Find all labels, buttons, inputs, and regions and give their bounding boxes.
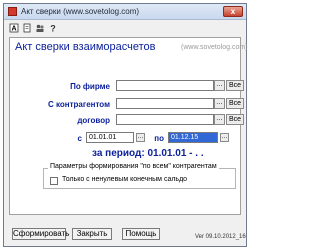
report-icon[interactable]: A — [9, 23, 19, 33]
params-group: Параметры формирования "по всем" контраг… — [43, 163, 236, 189]
firm-field[interactable] — [116, 80, 214, 91]
toolbar: A ? — [4, 21, 246, 35]
generate-button[interactable]: Сформировать — [12, 228, 69, 240]
window-title: Акт сверки (www.sovetolog.com) — [21, 7, 140, 16]
counterparty-select-button[interactable]: ... — [214, 98, 225, 109]
date-from-calendar-icon[interactable]: … — [136, 133, 145, 142]
title-bar: Акт сверки (www.sovetolog.com) x — [4, 4, 246, 20]
app-icon — [8, 7, 17, 16]
firm-select-button[interactable]: ... — [214, 80, 225, 91]
doc-icon[interactable] — [22, 23, 32, 33]
svg-text:?: ? — [50, 24, 56, 34]
date-to-label: по — [154, 134, 164, 143]
users-icon[interactable] — [35, 23, 45, 33]
date-from-label: с — [77, 134, 82, 143]
contract-label: договор — [77, 116, 110, 125]
site-label: (www.sovetolog.com) — [181, 44, 248, 51]
counterparty-field[interactable] — [116, 98, 214, 109]
nonzero-balance-checkbox[interactable] — [50, 177, 58, 185]
date-from-field[interactable]: 01.01.01 — [86, 132, 134, 143]
firm-label: По фирме — [70, 82, 110, 91]
firm-all-button[interactable]: Все — [226, 80, 244, 91]
date-to-field[interactable]: 01.12.15 — [168, 132, 218, 143]
contract-field[interactable] — [116, 114, 214, 125]
date-to-calendar-icon[interactable]: … — [220, 133, 229, 142]
help-button[interactable]: Помощь — [122, 228, 160, 240]
close-button[interactable]: Закрыть — [72, 228, 112, 240]
main-panel: Акт сверки взаиморасчетов (www.sovetolog… — [9, 37, 248, 215]
nonzero-balance-label: Только с ненулевым конечным сальдо — [62, 176, 188, 183]
page-title: Акт сверки взаиморасчетов — [15, 41, 156, 53]
counterparty-all-button[interactable]: Все — [226, 98, 244, 109]
params-group-title: Параметры формирования "по всем" контраг… — [48, 163, 219, 170]
contract-all-button[interactable]: Все — [226, 114, 244, 125]
version-label: Ver 09.10.2012_16 — [195, 234, 246, 240]
contract-select-button[interactable]: ... — [214, 114, 225, 125]
period-text: за период: 01.01.01 - . . — [92, 148, 204, 159]
help-icon[interactable]: ? — [48, 23, 58, 34]
counterparty-label: С контрагентом — [48, 100, 110, 109]
svg-text:A: A — [11, 26, 16, 33]
act-sverki-window: Акт сверки (www.sovetolog.com) x A ? Акт… — [3, 3, 248, 247]
close-window-button[interactable]: x — [223, 6, 243, 17]
